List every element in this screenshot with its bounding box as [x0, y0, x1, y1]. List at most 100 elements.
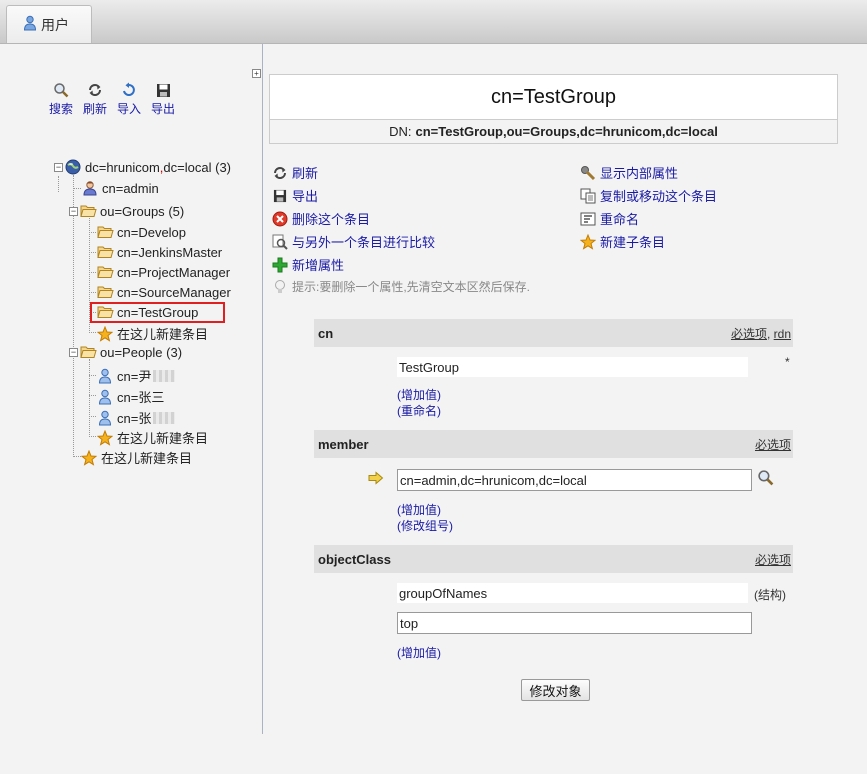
save-icon	[156, 80, 171, 100]
rename-entry-action[interactable]: 重命名	[580, 209, 639, 228]
rename-entry-link[interactable]: 重命名	[600, 209, 639, 228]
cn-rename-link[interactable]: (重命名)	[397, 402, 441, 419]
dn-label: DN:	[389, 124, 412, 139]
tree-node-group[interactable]: cn=ProjectManager	[96, 264, 230, 280]
tree-node-person[interactable]: cn=尹	[96, 366, 176, 385]
tree-node-group[interactable]: cn=Develop	[96, 224, 186, 240]
person-label: cn=张三	[117, 390, 165, 405]
flag-separator: ,	[766, 326, 774, 341]
tree-node-group[interactable]: cn=JenkinsMaster	[96, 244, 222, 260]
attr-name: member	[318, 436, 369, 452]
folder-icon	[96, 284, 114, 300]
tree-node-new-entry-root[interactable]: 在这儿新建条目	[80, 448, 192, 467]
root-count: (3)	[215, 159, 231, 175]
plus-icon	[272, 257, 288, 273]
redacted-text	[153, 411, 176, 424]
delete-entry-action[interactable]: 删除这个条目	[272, 209, 370, 228]
export-label: 导出	[150, 102, 175, 116]
open-folder-icon	[79, 203, 97, 219]
tab-users[interactable]: 用户	[6, 5, 92, 43]
tree-node-root[interactable]: dc=hrunicom, dc=local (3)	[64, 159, 231, 175]
required-link[interactable]: 必选项	[731, 327, 767, 341]
member-value-field[interactable]: cn=admin,dc=hrunicom,dc=local	[397, 469, 752, 491]
copy-move-link[interactable]: 复制或移动这个条目	[600, 186, 717, 205]
refresh-button[interactable]: 刷新	[82, 80, 108, 117]
person-label: cn=尹	[117, 369, 152, 384]
tree-node-admin[interactable]: cn=admin	[81, 180, 159, 196]
person-label: cn=张	[117, 411, 152, 426]
structural-link[interactable]: (结构)	[754, 586, 786, 603]
expand-panel-toggle[interactable]: +	[252, 69, 261, 78]
delete-entry-link[interactable]: 删除这个条目	[292, 209, 370, 228]
entry-dn: DN: cn=TestGroup,ou=Groups,dc=hrunicom,d…	[269, 119, 838, 144]
search-icon	[53, 80, 69, 100]
export-button[interactable]: 导出	[150, 80, 176, 117]
cn-add-value-link[interactable]: (增加值)	[397, 386, 441, 403]
folder-icon	[96, 224, 114, 240]
add-attribute-link[interactable]: 新增属性	[292, 255, 344, 274]
tree-toolbar: 搜索 刷新 导入 导出	[48, 80, 176, 117]
objectclass-value-field-2[interactable]: top	[397, 612, 752, 634]
compare-entry-link[interactable]: 与另外一个条目进行比较	[292, 232, 435, 251]
refresh-icon	[272, 165, 288, 181]
import-button[interactable]: 导入	[116, 80, 142, 117]
hint-label: 提示:要删除一个属性,先清空文本区然后保存.	[292, 280, 531, 294]
search-button[interactable]: 搜索	[48, 80, 74, 117]
modify-group-link[interactable]: (修改组号)	[397, 517, 453, 534]
search-icon[interactable]	[757, 469, 774, 489]
new-child-action[interactable]: 新建子条目	[580, 232, 665, 251]
tree-node-new-entry[interactable]: 在这儿新建条目	[96, 324, 208, 343]
refresh-entry-action[interactable]: 刷新	[272, 163, 318, 182]
tree-guide	[73, 175, 74, 457]
show-internal-action[interactable]: 显示内部属性	[580, 163, 678, 182]
new-child-link[interactable]: 新建子条目	[600, 232, 665, 251]
required-star: *	[785, 355, 790, 369]
required-link[interactable]: 必选项	[755, 438, 791, 452]
tree-node-groups[interactable]: ou=Groups (5)	[79, 203, 184, 219]
objectclass-add-value-link[interactable]: (增加值)	[397, 644, 441, 661]
save-icon	[272, 188, 288, 204]
tree-node-people[interactable]: ou=People (3)	[79, 344, 182, 360]
hint-text: 提示:要删除一个属性,先清空文本区然后保存.	[272, 278, 530, 295]
refresh-icon	[87, 80, 103, 100]
star-icon	[580, 233, 596, 250]
cn-value-field[interactable]: TestGroup	[397, 357, 748, 377]
modify-object-button[interactable]: 修改对象	[521, 679, 590, 701]
search-label: 搜索	[48, 102, 73, 116]
user-icon	[96, 368, 114, 384]
group-label: cn=JenkinsMaster	[117, 244, 223, 260]
show-internal-link[interactable]: 显示内部属性	[600, 163, 678, 182]
tree-guide	[89, 332, 96, 333]
people-count: (3)	[166, 344, 183, 360]
tree-node-new-entry[interactable]: 在这儿新建条目	[96, 428, 208, 447]
export-entry-action[interactable]: 导出	[272, 186, 318, 205]
people-label: ou=People	[100, 344, 163, 360]
tree-guide	[89, 416, 96, 417]
compare-entry-action[interactable]: 与另外一个条目进行比较	[272, 232, 435, 251]
collapse-root-toggle[interactable]: −	[54, 163, 63, 172]
collapse-people-toggle[interactable]: −	[69, 348, 78, 357]
tree-node-group[interactable]: cn=SourceManager	[96, 284, 231, 300]
new-entry-label: 在这儿新建条目	[117, 431, 209, 446]
selection-highlight	[90, 302, 225, 323]
attr-flags: 必选项	[755, 436, 791, 453]
tree-node-person[interactable]: cn=张三	[96, 387, 164, 406]
collapse-groups-toggle[interactable]: −	[69, 207, 78, 216]
copy-move-action[interactable]: 复制或移动这个条目	[580, 186, 717, 205]
rdn-link[interactable]: rdn	[774, 327, 791, 341]
arrow-right-icon[interactable]	[368, 471, 384, 488]
export-entry-link[interactable]: 导出	[292, 186, 318, 205]
tab-bar: 用户	[0, 0, 867, 44]
required-link[interactable]: 必选项	[755, 553, 791, 567]
objectclass-value-field[interactable]: groupOfNames	[397, 583, 748, 603]
add-attribute-action[interactable]: 新增属性	[272, 255, 344, 274]
member-add-value-link[interactable]: (增加值)	[397, 501, 441, 518]
star-icon	[96, 325, 114, 342]
delete-icon	[272, 211, 288, 227]
tree-guide	[89, 395, 96, 396]
refresh-entry-link[interactable]: 刷新	[292, 163, 318, 182]
groups-label: ou=Groups	[100, 203, 165, 219]
tree-node-person[interactable]: cn=张	[96, 408, 176, 427]
attr-flags: 必选项, rdn	[731, 325, 791, 342]
tab-users-label: 用户	[41, 16, 69, 33]
